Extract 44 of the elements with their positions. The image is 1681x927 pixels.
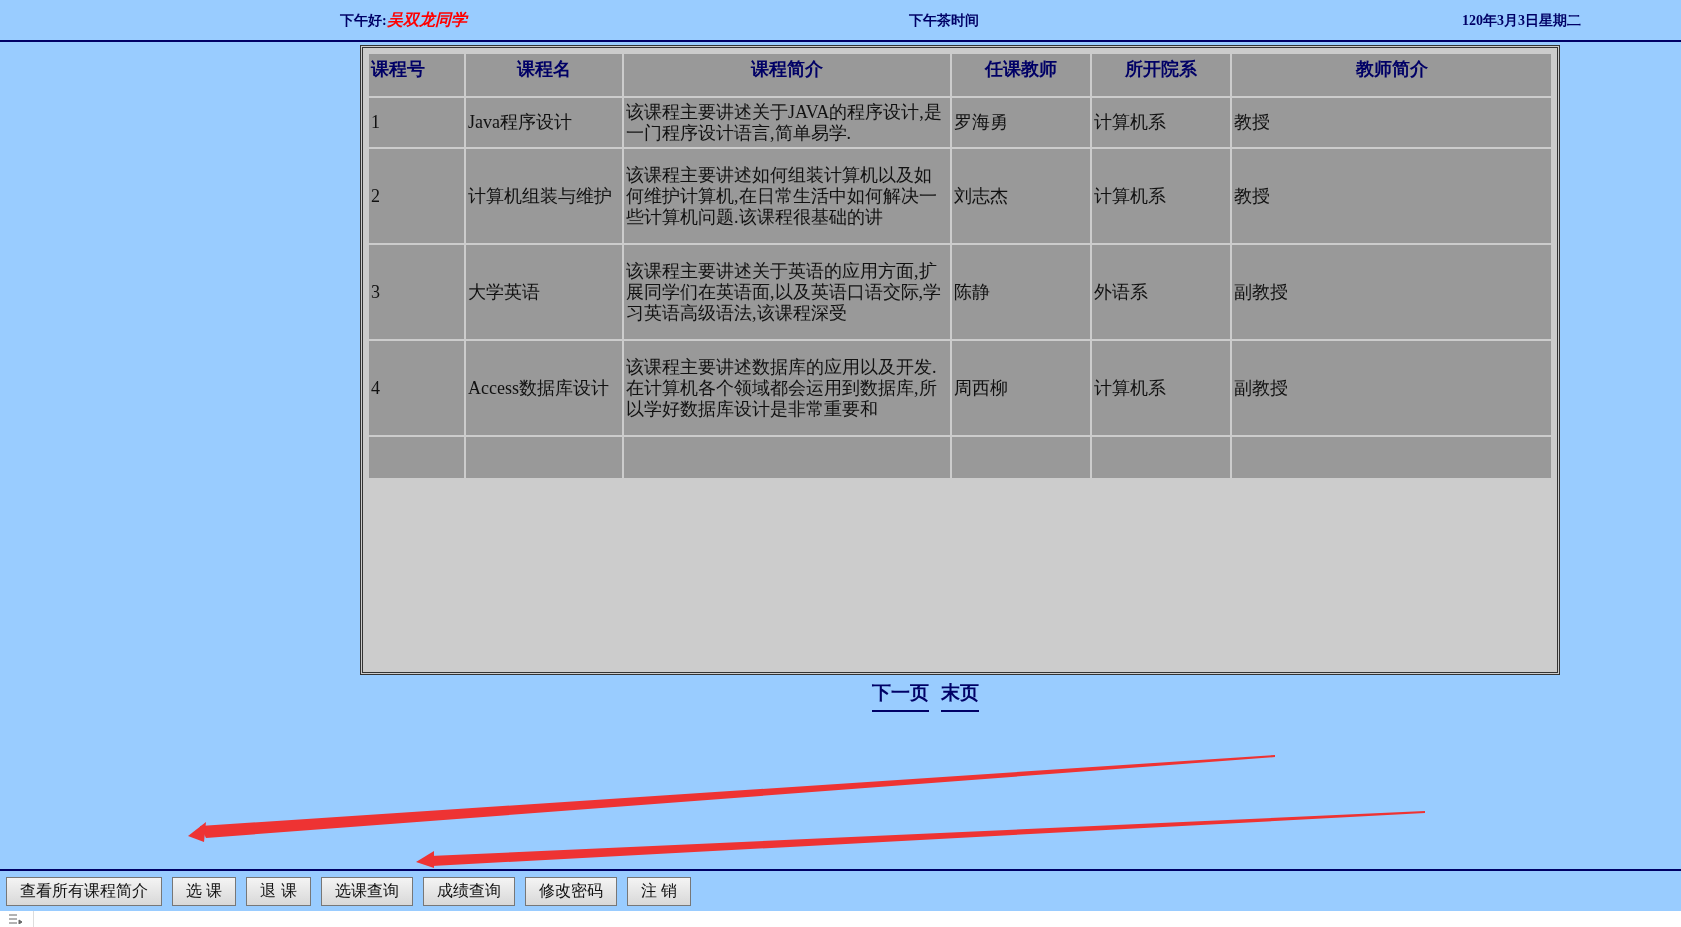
user-name: 吴双龙同学 (386, 10, 467, 30)
table-cell: 4 (369, 341, 464, 435)
pagination-link[interactable]: 末页 (941, 679, 979, 712)
nav-button[interactable]: 注 销 (626, 876, 692, 906)
nav-button[interactable]: 成绩查询 (422, 876, 515, 906)
table-cell: 副教授 (1232, 341, 1551, 435)
column-header: 课程简介 (624, 54, 950, 96)
menu-icon[interactable] (9, 914, 23, 924)
table-cell: 外语系 (1092, 245, 1230, 339)
column-header: 课程号 (369, 54, 464, 96)
table-cell: 罗海勇 (952, 98, 1090, 147)
column-header: 任课教师 (952, 54, 1090, 96)
table-cell: 该课程主要讲述关于JAVA的程序设计,是一门程序设计语言,简单易学. (624, 98, 950, 147)
table-cell: 计算机系 (1092, 149, 1230, 243)
column-header: 教师简介 (1232, 54, 1551, 96)
table-cell: 3 (369, 245, 464, 339)
date-label: 120年3月3日星期二 (1462, 11, 1582, 30)
table-cell: 1 (369, 98, 464, 147)
table-cell: 2 (369, 149, 464, 243)
table-cell: 计算机系 (1092, 98, 1230, 147)
column-header: 课程名 (466, 54, 622, 96)
greeting-label: 下午好: (340, 11, 387, 30)
page-title: 下午茶时间 (909, 11, 980, 30)
table-cell: 该课程主要讲述数据库的应用以及开发.在计算机各个领域都会运用到数据库,所以学好数据库设计是非常重要和 (624, 341, 950, 435)
table-cell: 陈静 (952, 245, 1090, 339)
table-cell: 教授 (1232, 98, 1551, 147)
table-cell: Java程序设计 (466, 98, 622, 147)
table-cell: 刘志杰 (952, 149, 1090, 243)
nav-button[interactable]: 选课查询 (320, 876, 413, 906)
nav-button[interactable]: 修改密码 (524, 876, 617, 906)
table-cell: 大学英语 (466, 245, 622, 339)
table-cell: 副教授 (1232, 245, 1551, 339)
table-cell: 该课程主要讲述如何组装计算机以及如何维护计算机,在日常生活中如何解决一些计算机问题.该课程很基础的讲 (624, 149, 950, 243)
table-cell: 周西柳 (952, 341, 1090, 435)
table-cell: 计算机系 (1092, 341, 1230, 435)
table-cell: 计算机组装与维护 (466, 149, 622, 243)
nav-button[interactable]: 查看所有课程简介 (6, 876, 162, 906)
nav-button[interactable]: 退 课 (246, 876, 311, 906)
table-cell: 该课程主要讲述关于英语的应用方面,扩展同学们在英语面,以及英语口语交际,学习英语高级语法,该课程深受 (624, 245, 950, 339)
table-cell: Access数据库设计 (466, 341, 622, 435)
nav-button[interactable]: 选 课 (172, 876, 237, 906)
pagination-link[interactable]: 下一页 (872, 679, 929, 712)
table-cell: 教授 (1232, 149, 1551, 243)
column-header: 所开院系 (1092, 54, 1230, 96)
